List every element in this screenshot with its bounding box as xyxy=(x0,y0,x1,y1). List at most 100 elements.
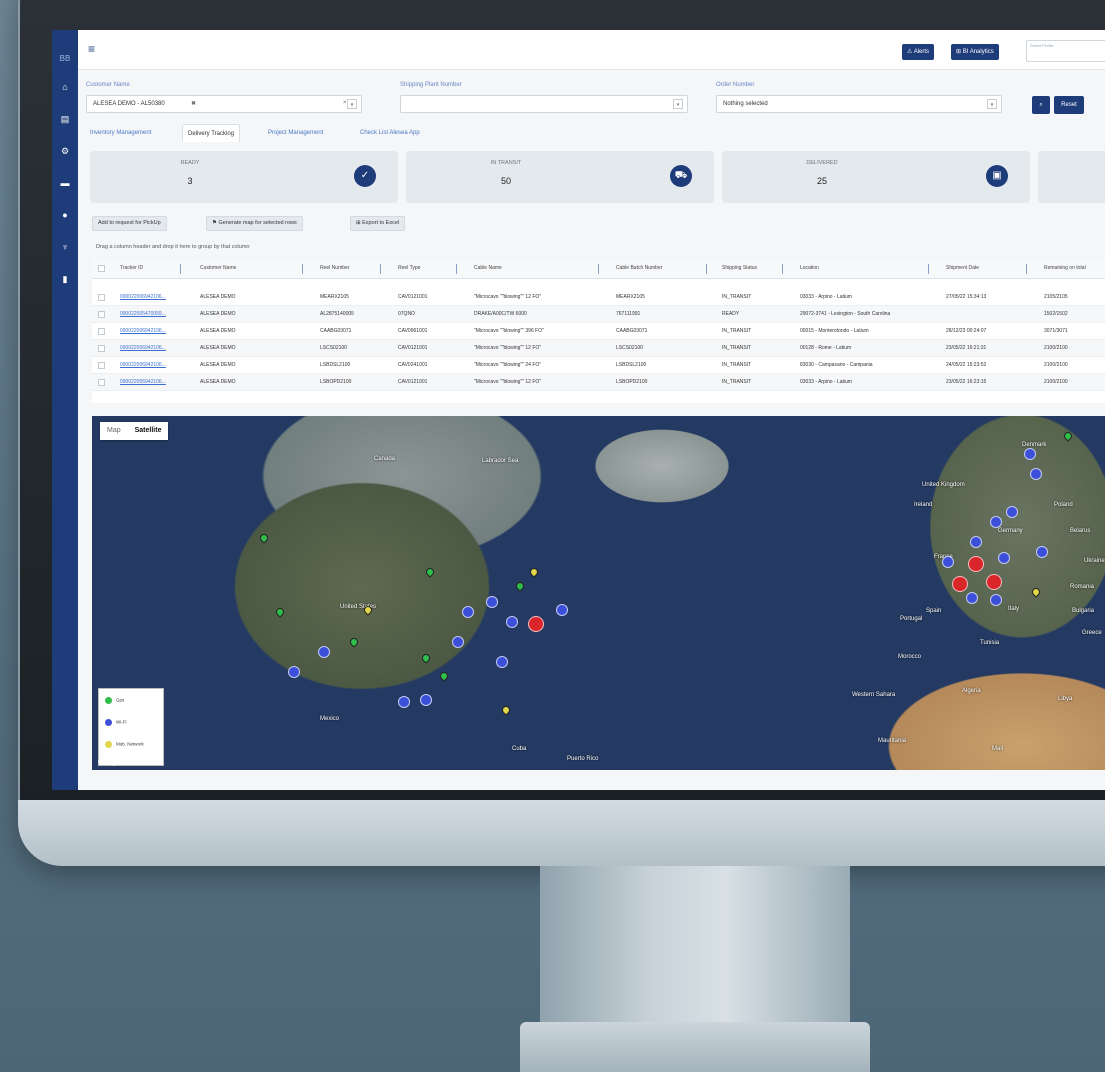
map-cluster-marker[interactable] xyxy=(398,696,410,708)
table-row[interactable]: 090022006942106... ALESEA DEMO MEARX2105 CA… xyxy=(92,289,1105,306)
gps-pin-icon[interactable] xyxy=(348,636,360,648)
column-header[interactable]: Reel Type xyxy=(398,265,420,271)
shipping-plant-select[interactable]: ▾ xyxy=(400,95,688,113)
profile-select[interactable]: Select Profile xyxy=(1026,40,1105,62)
reset-button[interactable]: Reset xyxy=(1054,96,1084,114)
doc-icon[interactable]: ▮ xyxy=(52,271,78,287)
mobile-network-pin-icon[interactable] xyxy=(500,704,512,716)
customer-name-select[interactable]: ALESEA DEMO - AL50380 ✖ × ▾ xyxy=(86,95,362,113)
map-cluster-marker[interactable] xyxy=(998,552,1010,564)
tracker-id-link[interactable]: 090022006942106... xyxy=(120,328,196,334)
bi-analytics-button[interactable]: ⊞ BI Analytics xyxy=(951,44,999,60)
tracker-id-link[interactable]: 090022006942106... xyxy=(120,362,196,368)
chevron-down-icon[interactable]: ▾ xyxy=(673,99,683,109)
map-cluster-marker[interactable] xyxy=(1036,546,1048,558)
tab-inventory-management[interactable]: Inventory Management xyxy=(90,124,151,142)
remove-chip-icon[interactable]: ✖ xyxy=(191,100,196,107)
column-menu-icon[interactable] xyxy=(380,264,381,274)
gps-pin-icon[interactable] xyxy=(258,532,270,544)
satellite-view-button[interactable]: Satellite xyxy=(128,422,169,440)
table-row[interactable]: 090022006942106... ALESEA DEMO LSBDSL2100 C… xyxy=(92,357,1105,374)
column-menu-icon[interactable] xyxy=(782,264,783,274)
gps-pin-icon[interactable] xyxy=(420,652,432,664)
map-cluster-marker[interactable] xyxy=(496,656,508,668)
map-cluster-marker[interactable] xyxy=(528,616,544,632)
tracker-id-link[interactable]: 090022006942106... xyxy=(120,294,196,300)
mobile-network-pin-icon[interactable] xyxy=(528,566,540,578)
generate-map-button[interactable]: ⚑ Generate map for selected rows xyxy=(206,216,303,231)
column-header[interactable]: Shipment Date xyxy=(946,265,979,271)
tab-check-list-alesea-app[interactable]: Check List Alesea App xyxy=(360,124,420,142)
column-header[interactable]: Tracker ID xyxy=(120,265,143,271)
table-row[interactable]: 090022006942106... ALESEA DEMO CAABG03071 C… xyxy=(92,323,1105,340)
map-cluster-marker[interactable] xyxy=(970,536,982,548)
column-header[interactable]: Remaining on total xyxy=(1044,265,1086,271)
map-cluster-marker[interactable] xyxy=(990,594,1002,606)
table-row[interactable]: 090022005470059... ALESEA DEMO AL287514000… xyxy=(92,306,1105,323)
chevron-down-icon[interactable]: ▾ xyxy=(347,99,357,109)
row-checkbox[interactable] xyxy=(98,311,105,318)
gear-icon[interactable]: ⚙ xyxy=(52,143,78,159)
status-card-in-transit[interactable]: IN TRANSIT 50 ⛟ xyxy=(406,151,714,203)
row-checkbox[interactable] xyxy=(98,294,105,301)
column-menu-icon[interactable] xyxy=(1026,264,1027,274)
column-menu-icon[interactable] xyxy=(180,264,181,274)
map-cluster-marker[interactable] xyxy=(556,604,568,616)
row-checkbox[interactable] xyxy=(98,362,105,369)
map-cluster-marker[interactable] xyxy=(486,596,498,608)
column-header[interactable]: Reel Number xyxy=(320,265,349,271)
map-cluster-marker[interactable] xyxy=(1024,448,1036,460)
add-to-pickup-button[interactable]: Add to request for PickUp xyxy=(92,216,167,231)
home-icon[interactable]: ⌂ xyxy=(52,79,78,95)
map-cluster-marker[interactable] xyxy=(966,592,978,604)
mobile-network-pin-icon[interactable] xyxy=(1030,586,1042,598)
gps-pin-icon[interactable] xyxy=(438,670,450,682)
column-menu-icon[interactable] xyxy=(302,264,303,274)
map-cluster-marker[interactable] xyxy=(1030,468,1042,480)
map-cluster-marker[interactable] xyxy=(462,606,474,618)
shipment-map[interactable]: Map Satellite Gps Wi-Fi Mob. Network Goog… xyxy=(92,416,1105,770)
row-checkbox[interactable] xyxy=(98,379,105,386)
row-checkbox[interactable] xyxy=(98,345,105,352)
map-cluster-marker[interactable] xyxy=(952,576,968,592)
row-checkbox[interactable] xyxy=(98,328,105,335)
column-header[interactable]: Customer Name xyxy=(200,265,236,271)
map-cluster-marker[interactable] xyxy=(990,516,1002,528)
gps-pin-icon[interactable] xyxy=(1062,430,1074,442)
status-card-ready[interactable]: READY 3 ✓ xyxy=(90,151,398,203)
map-cluster-marker[interactable] xyxy=(288,666,300,678)
gps-pin-icon[interactable] xyxy=(274,606,286,618)
order-number-select[interactable]: Nothing selected ▾ xyxy=(716,95,1002,113)
gps-pin-icon[interactable] xyxy=(514,580,526,592)
export-excel-button[interactable]: ⊞ Export to Excel xyxy=(350,216,406,231)
search-button[interactable]: ⌕ xyxy=(1032,96,1050,114)
column-menu-icon[interactable] xyxy=(598,264,599,274)
chevron-down-icon[interactable]: ▾ xyxy=(987,99,997,109)
map-cluster-marker[interactable] xyxy=(968,556,984,572)
map-cluster-marker[interactable] xyxy=(452,636,464,648)
clear-icon[interactable]: × xyxy=(343,100,347,106)
status-card-fourth[interactable] xyxy=(1038,151,1105,203)
tab-project-management[interactable]: Project Management xyxy=(268,124,323,142)
column-menu-icon[interactable] xyxy=(928,264,929,274)
map-cluster-marker[interactable] xyxy=(420,694,432,706)
map-cluster-marker[interactable] xyxy=(986,574,1002,590)
column-header[interactable]: Shipping Status xyxy=(722,265,757,271)
wrench-icon[interactable]: ♆ xyxy=(52,239,78,255)
map-cluster-marker[interactable] xyxy=(318,646,330,658)
list-icon[interactable]: ▤ xyxy=(52,111,78,127)
table-row[interactable]: 090022006942106... ALESEA DEMO LSBOPD2100 C… xyxy=(92,374,1105,391)
box-icon[interactable]: ● xyxy=(52,207,78,223)
map-view-button[interactable]: Map xyxy=(100,422,128,440)
column-header[interactable]: Location xyxy=(800,265,819,271)
tracker-id-link[interactable]: 090022006942106... xyxy=(120,379,196,385)
map-cluster-marker[interactable] xyxy=(1006,506,1018,518)
truck-icon[interactable]: ▬ xyxy=(52,175,78,191)
column-header[interactable]: Cable Name xyxy=(474,265,502,271)
alerts-button[interactable]: ⚠ Alerts xyxy=(902,44,935,60)
tracker-id-link[interactable]: 090022006942106... xyxy=(120,345,196,351)
map-cluster-marker[interactable] xyxy=(942,556,954,568)
status-card-delivered[interactable]: DELIVERED 25 ▣ xyxy=(722,151,1030,203)
hamburger-menu-icon[interactable]: ≡ xyxy=(88,42,95,56)
map-cluster-marker[interactable] xyxy=(506,616,518,628)
